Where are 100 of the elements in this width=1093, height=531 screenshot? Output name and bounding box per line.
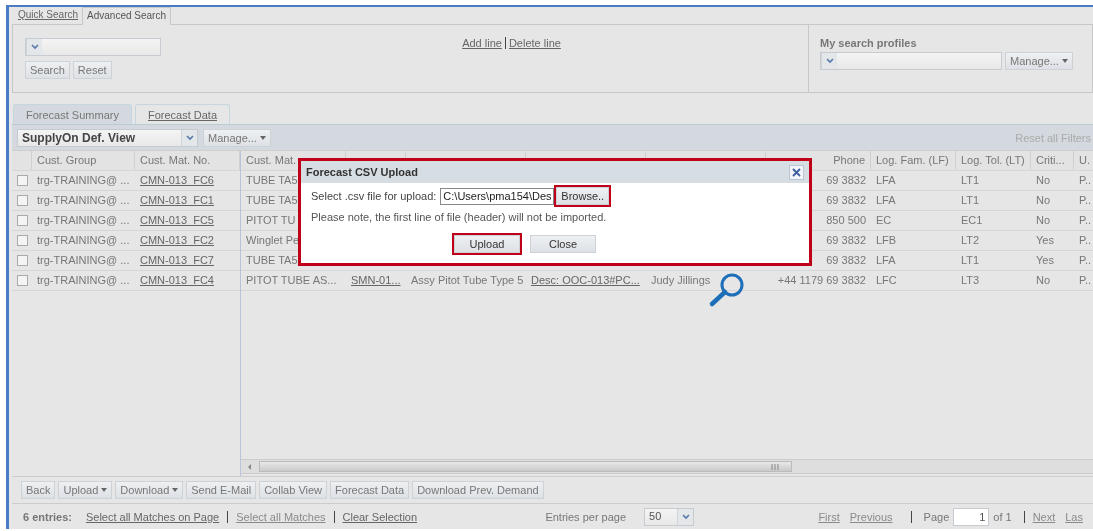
row-checkbox[interactable] — [16, 175, 28, 186]
chevron-down-icon — [681, 513, 690, 520]
table-cell: Assy Pitot Tube Type 5 — [411, 274, 524, 286]
dialog-button[interactable]: Upload — [454, 235, 520, 253]
row-checkbox[interactable] — [16, 235, 28, 246]
cell-link[interactable]: CMN-013_FC7 — [140, 254, 214, 266]
dialog-button[interactable]: Close — [530, 235, 596, 253]
caret-icon — [259, 135, 266, 140]
column-header[interactable]: Cust. Group — [37, 154, 97, 166]
manage-button[interactable]: Manage... — [203, 128, 271, 147]
table-cell: 69 3832 — [826, 234, 866, 246]
table-cell: Judy Jillings — [651, 274, 711, 286]
table-cell: P.. — [1079, 234, 1092, 246]
table-cell: PITOT TUBE AS... — [246, 274, 337, 286]
action-button[interactable]: Collab View — [259, 481, 328, 499]
table-cell: TUBE TA5 — [246, 254, 298, 266]
search-panel-button[interactable]: Reset — [72, 61, 112, 79]
table-cell: P.. — [1079, 214, 1092, 226]
selection-link[interactable]: Select all Matches on Page — [85, 510, 220, 523]
table-cell: P.. — [1079, 174, 1092, 186]
action-button[interactable]: Download Prev. Demand — [412, 481, 544, 499]
table-cell: LT1 — [961, 174, 980, 186]
view-tab[interactable]: Forecast Summary — [13, 104, 132, 124]
entries-count: 6 entries: — [23, 510, 72, 523]
table-cell: LT1 — [961, 194, 980, 206]
cell-link[interactable]: Desc: OOC-013#PC... — [531, 274, 640, 286]
column-header[interactable]: Log. Fam. (LF) — [876, 154, 949, 166]
chevron-down-icon — [185, 134, 194, 141]
manage-button[interactable]: Manage... — [1005, 52, 1073, 70]
criteria-dropdown[interactable] — [25, 38, 161, 56]
page-field[interactable]: 1 — [953, 507, 990, 526]
search-panel-button[interactable]: Search — [25, 61, 70, 79]
table-cell: No — [1036, 214, 1051, 226]
line-link[interactable]: Delete line — [508, 37, 561, 49]
table-cell: EC1 — [961, 214, 983, 226]
dialog-note: Please note, the first line of file (header) will not be imported. — [311, 211, 608, 223]
row-checkbox[interactable] — [16, 215, 28, 226]
file-label: Select .csv file for upload: — [311, 190, 437, 202]
table-cell: TUBE TA5 — [246, 174, 298, 186]
table-cell: EC — [876, 214, 892, 226]
table-cell: trg-TRAINING@ ... — [37, 234, 130, 246]
column-header[interactable]: Criti... — [1036, 154, 1065, 166]
view-dropdown[interactable]: SupplyOn Def. View — [17, 128, 198, 147]
search-tab[interactable]: Advanced Search — [82, 7, 171, 25]
profile-dropdown[interactable] — [820, 52, 1002, 70]
per-page-dropdown[interactable]: 50 — [644, 507, 695, 526]
table-cell: P.. — [1079, 274, 1092, 286]
table-cell: LFA — [876, 194, 896, 206]
cell-link[interactable]: CMN-013_FC4 — [140, 274, 214, 286]
column-header[interactable]: Cust. Mat. No. — [140, 154, 211, 166]
table-cell: No — [1036, 194, 1051, 206]
row-checkbox[interactable] — [16, 195, 28, 206]
table-cell: P.. — [1079, 254, 1092, 266]
column-header[interactable]: Cust. Mat. — [246, 154, 297, 166]
view-tab[interactable]: Forecast Data — [134, 104, 230, 124]
table-cell: Yes — [1036, 254, 1054, 266]
page-total: of 1 — [992, 510, 1013, 523]
close-icon — [792, 167, 801, 177]
table-cell: +44 1179 69 3832 — [777, 274, 866, 286]
grip-icon — [771, 463, 779, 470]
cell-link[interactable]: CMN-013_FC1 — [140, 194, 214, 206]
action-button[interactable]: Forecast Data — [330, 481, 410, 499]
table-cell: LT3 — [961, 274, 980, 286]
table-cell: LT1 — [961, 254, 980, 266]
cell-link[interactable]: SMN-01... — [351, 274, 401, 286]
action-button[interactable]: Back — [21, 481, 56, 499]
table-cell: 69 3832 — [826, 174, 866, 186]
page-label: Page — [922, 510, 951, 523]
action-button[interactable]: Download — [115, 481, 184, 499]
scroll-left-icon — [246, 462, 254, 471]
selection-link[interactable]: Clear Selection — [342, 510, 418, 523]
table-cell: TUBE TA5 — [246, 194, 298, 206]
chevron-down-icon — [825, 58, 834, 64]
close-button[interactable] — [789, 164, 804, 180]
search-tab[interactable]: Quick Search — [14, 7, 83, 24]
action-button[interactable]: Upload — [58, 481, 113, 499]
action-button[interactable]: Send E-Mail — [186, 481, 257, 499]
column-header[interactable]: Log. Tol. (LT) — [961, 154, 1025, 166]
row-checkbox[interactable] — [16, 255, 28, 266]
dialog-title: Forecast CSV Upload — [306, 166, 418, 178]
column-header[interactable]: U. — [1079, 154, 1090, 166]
browse-button[interactable]: Browse.. — [556, 187, 610, 205]
column-header[interactable]: Phone — [833, 154, 865, 166]
table-cell: Winglet Pe — [246, 234, 300, 246]
table-cell: LFB — [876, 234, 897, 246]
table-cell: trg-TRAINING@ ... — [37, 254, 130, 266]
table-cell: Yes — [1036, 234, 1054, 246]
row-checkbox[interactable] — [16, 275, 28, 286]
table-cell: trg-TRAINING@ ... — [37, 274, 130, 286]
table-cell: P.. — [1079, 194, 1092, 206]
cell-link[interactable]: CMN-013_FC5 — [140, 214, 214, 226]
horizontal-scrollbar[interactable] — [241, 459, 1093, 474]
table-cell: LT2 — [961, 234, 980, 246]
cell-link[interactable]: CMN-013_FC6 — [140, 174, 214, 186]
cell-link[interactable]: CMN-013_FC2 — [140, 234, 214, 246]
table-cell: 850 500 — [826, 214, 866, 226]
line-link[interactable]: Add line — [462, 37, 502, 49]
caret-icon — [1061, 59, 1068, 63]
table-cell: trg-TRAINING@ ... — [37, 174, 130, 186]
file-path-field[interactable]: C:\Users\pma154\Des — [440, 187, 555, 205]
